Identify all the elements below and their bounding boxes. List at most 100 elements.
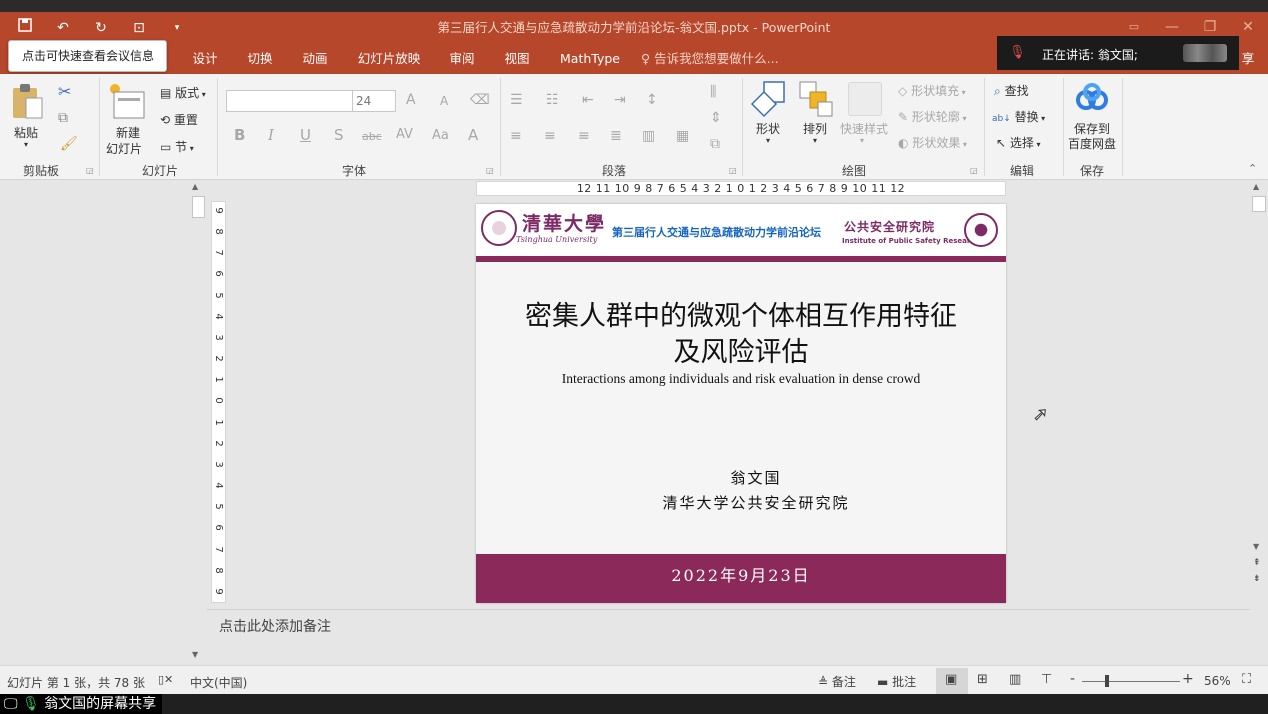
paste-icon[interactable] (10, 82, 46, 122)
slide-author[interactable]: 翁文国 (476, 467, 1036, 488)
bold-button[interactable]: B (234, 126, 245, 144)
paragraph-launcher-icon[interactable]: ◲ (729, 166, 737, 175)
zoom-in-icon[interactable]: + (1182, 671, 1194, 687)
scroll-thumb[interactable] (1252, 196, 1266, 212)
save-to-label-2[interactable]: 百度网盘 (1068, 135, 1116, 152)
columns-icon[interactable]: ▦ (676, 128, 689, 144)
zoom-out-icon[interactable]: - (1070, 671, 1075, 687)
arrange-dropdown-icon[interactable]: ▾ (813, 136, 817, 145)
notes-placeholder[interactable]: 点击此处添加备注 (219, 616, 331, 636)
slide-affiliation[interactable]: 清华大学公共安全研究院 (476, 492, 1036, 513)
collapse-ribbon-icon[interactable]: ⌃ (1248, 162, 1257, 175)
slide-subtitle[interactable]: Interactions among individuals and risk … (476, 371, 1006, 387)
zoom-slider[interactable] (1082, 681, 1180, 682)
clear-format-icon[interactable]: ⌫ (470, 92, 490, 108)
scroll-up-icon[interactable]: ▲ (192, 182, 198, 191)
save-icon[interactable] (14, 17, 36, 39)
language-indicator[interactable]: 中文(中国) (190, 674, 247, 691)
copy-icon[interactable]: ⧉ (58, 110, 68, 126)
previous-slide-icon[interactable]: ⇞ (1253, 558, 1261, 568)
justify-icon[interactable]: ≣ (610, 128, 622, 144)
italic-button[interactable]: I (268, 126, 274, 144)
font-launcher-icon[interactable]: ◲ (486, 166, 494, 175)
zoom-slider-thumb[interactable] (1105, 675, 1109, 687)
tab-review[interactable]: 审阅 (441, 44, 483, 74)
font-size-combobox[interactable]: 24 (352, 90, 396, 112)
next-slide-icon[interactable]: ⇟ (1253, 574, 1261, 584)
slide-sorter-icon[interactable]: ⊞ (977, 672, 988, 687)
layout-button[interactable]: ▤ 版式 ▾ (160, 84, 206, 101)
format-painter-icon[interactable]: 🖌 (60, 136, 78, 152)
paste-dropdown-icon[interactable]: ▾ (24, 140, 28, 149)
change-case-button[interactable]: Aa (432, 128, 449, 143)
shape-outline-button[interactable]: ✎ 形状轮廓 ▾ (898, 108, 966, 125)
notes-toggle[interactable]: ≜ 备注 (818, 673, 856, 690)
reading-view-icon[interactable]: ▥ (1009, 672, 1021, 687)
find-button[interactable]: ⌕ 查找 (994, 82, 1029, 99)
slide-title-line2[interactable]: 及风险评估 (476, 330, 1006, 369)
text-direction-icon[interactable]: ⫼ (710, 84, 716, 100)
tab-animations[interactable]: 动画 (294, 44, 336, 74)
normal-view-icon[interactable]: ▣ (936, 668, 968, 694)
slide-count[interactable]: 幻灯片 第 1 张，共 78 张 (7, 674, 145, 691)
decrease-indent-icon[interactable]: ⇤ (582, 92, 594, 108)
shapes-dropdown-icon[interactable]: ▾ (766, 136, 770, 145)
shrink-font-icon[interactable]: A (440, 94, 448, 108)
new-slide-label-1[interactable]: 新建 (116, 124, 140, 141)
smartart-icon[interactable]: ⧉ (710, 136, 720, 152)
notes-pane[interactable]: 点击此处添加备注 (207, 609, 1250, 665)
align-left-icon[interactable]: ≡ (510, 128, 522, 144)
bullets-icon[interactable]: ☰ (510, 92, 523, 108)
scroll-thumb[interactable] (192, 196, 205, 218)
scroll-down-icon[interactable]: ▼ (1253, 542, 1259, 551)
tab-transitions[interactable]: 切换 (239, 44, 281, 74)
slide-title-line1[interactable]: 密集人群中的微观个体相互作用特征 (476, 294, 1006, 333)
start-slideshow-icon[interactable]: ⊡ (128, 17, 150, 39)
shape-fill-button[interactable]: ◇ 形状填充 ▾ (898, 82, 966, 99)
align-right-icon[interactable]: ≡ (578, 128, 590, 144)
arrange-icon[interactable] (798, 80, 834, 118)
tab-view[interactable]: 视图 (496, 44, 538, 74)
drawing-launcher-icon[interactable]: ◲ (970, 166, 978, 175)
meeting-info-tooltip[interactable]: 点击可快速查看会议信息 (8, 40, 167, 72)
customize-qat-icon[interactable]: ▾ (166, 17, 188, 39)
tab-mathtype[interactable]: MathType (556, 44, 624, 74)
scroll-down-icon[interactable]: ▼ (192, 650, 198, 659)
scroll-up-icon[interactable]: ▲ (1253, 182, 1259, 191)
select-button[interactable]: ↖ 选择 ▾ (996, 134, 1040, 151)
replace-button[interactable]: ab↓ 替换 ▾ (992, 108, 1045, 125)
strikethrough-button[interactable]: abc (362, 130, 382, 143)
underline-button[interactable]: U (300, 126, 311, 144)
share-button[interactable]: 享 (1238, 44, 1258, 74)
quick-styles-dropdown-icon[interactable]: ▾ (860, 136, 864, 145)
slide-canvas[interactable]: 清華大學 Tsinghua University 第三届行人交通与应急疏散动力学… (476, 204, 1006, 603)
slideshow-view-icon[interactable]: ⊤ (1041, 672, 1052, 687)
redo-icon[interactable]: ↻ (90, 17, 112, 39)
shapes-icon[interactable] (750, 80, 788, 118)
tell-me-box[interactable]: ♀ 告诉我您想要做什么... (641, 44, 781, 74)
undo-icon[interactable]: ↶ (52, 17, 74, 39)
slide-scrollbar[interactable]: ▲ ▼ ⇞ ⇟ (1250, 180, 1268, 665)
text-shadow-button[interactable]: S (334, 126, 344, 144)
tab-slideshow[interactable]: 幻灯片放映 (352, 44, 426, 74)
fit-to-window-icon[interactable]: ⛶ (1242, 672, 1251, 687)
quick-styles-icon[interactable] (848, 82, 882, 116)
section-button[interactable]: ▭ 节 ▾ (160, 138, 194, 155)
clipboard-launcher-icon[interactable]: ◲ (86, 166, 94, 175)
quick-styles-label[interactable]: 快速样式 (840, 120, 888, 137)
font-name-combobox[interactable] (226, 90, 354, 112)
line-spacing-icon[interactable]: ↕ (646, 92, 658, 108)
arrange-label[interactable]: 排列 (803, 120, 827, 137)
tab-design[interactable]: 设计 (184, 44, 226, 74)
spell-check-icon[interactable]: ▯✕ (158, 673, 173, 686)
font-color-button[interactable]: A (468, 126, 478, 144)
distribute-icon[interactable]: ▥ (642, 128, 655, 144)
shapes-label[interactable]: 形状 (756, 120, 780, 137)
zoom-level[interactable]: 56% (1204, 674, 1231, 688)
comments-toggle[interactable]: ▬ 批注 (877, 673, 916, 690)
left-pane-scrollbar[interactable]: ▲ ▼ (190, 180, 207, 665)
shape-effects-button[interactable]: ◐ 形状效果 ▾ (898, 134, 967, 151)
increase-indent-icon[interactable]: ⇥ (614, 92, 626, 108)
new-slide-icon[interactable] (108, 82, 148, 120)
numbering-icon[interactable]: ☷ (546, 92, 559, 108)
